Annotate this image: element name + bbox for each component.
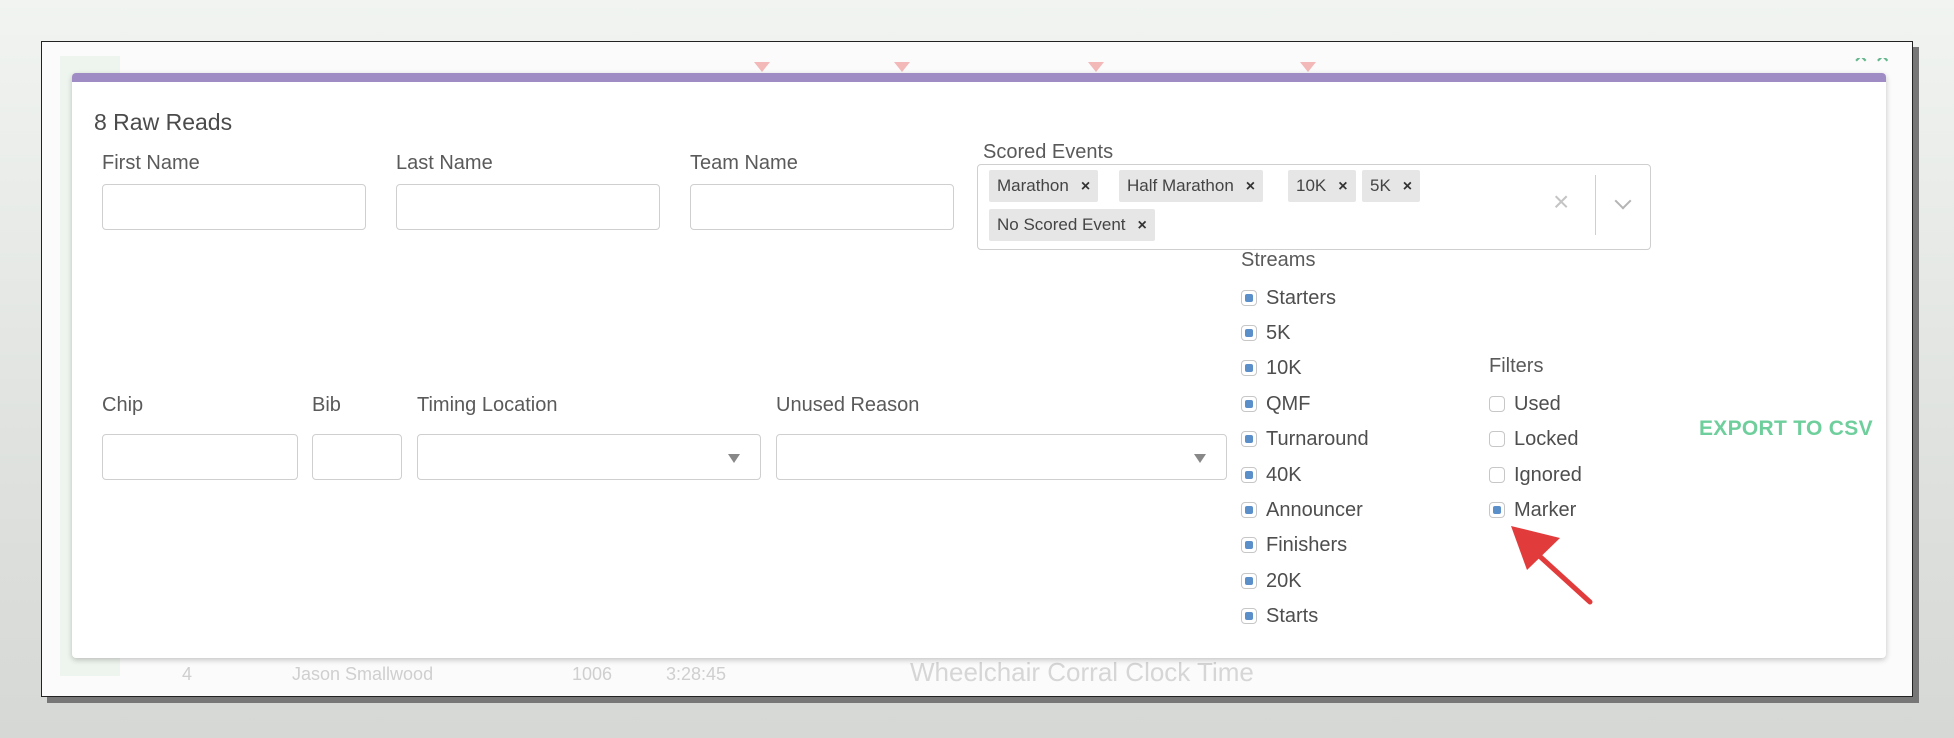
background-collapse-icon: ⌃⌃ (1850, 58, 1888, 72)
bib-input[interactable] (312, 434, 402, 480)
unused-reason-label: Unused Reason (776, 394, 920, 416)
checkbox-label: QMF (1266, 392, 1311, 415)
chip-label-text: Chip (102, 394, 144, 416)
unused-reason-select[interactable] (776, 434, 1227, 480)
team-name-input[interactable] (690, 184, 954, 230)
stream-checkbox-starters[interactable]: Starters (1241, 283, 1336, 313)
export-to-csv-button[interactable]: EXPORT TO CSV (1699, 417, 1873, 441)
stream-checkbox-turnaround[interactable]: Turnaround (1241, 424, 1369, 454)
close-icon[interactable]: × (1403, 171, 1412, 203)
stream-checkbox-20k[interactable]: 20K (1241, 566, 1302, 596)
scored-events-label: Scored Events (983, 141, 1114, 163)
checkbox-checked[interactable] (1241, 325, 1257, 341)
checkbox-unchecked[interactable] (1489, 431, 1505, 447)
background-sort-icon (1088, 62, 1104, 72)
background-sort-icon (1300, 62, 1316, 72)
stream-checkbox-40k[interactable]: 40K (1241, 460, 1302, 490)
checkbox-checked[interactable] (1241, 537, 1257, 553)
filter-checkbox-used[interactable]: Used (1489, 389, 1561, 419)
checkbox-checked[interactable] (1241, 502, 1257, 518)
background-sort-icon (754, 62, 770, 72)
background-row-position: 4 (182, 664, 193, 684)
checkbox-checked[interactable] (1241, 290, 1257, 306)
chip-label: Marathon (997, 176, 1069, 195)
first-name-label: First Name (102, 152, 200, 174)
checkbox-label: Locked (1514, 427, 1579, 450)
bib-label: Bib (312, 394, 341, 416)
checkbox-checked[interactable] (1241, 360, 1257, 376)
checkbox-label: Finishers (1266, 533, 1348, 556)
scored-event-chip: Half Marathon × (1119, 170, 1264, 203)
background-sort-icon (894, 62, 910, 72)
arrow-shaft (1532, 549, 1593, 605)
annotation-arrow-icon (1511, 526, 1593, 605)
background-row-name: Jason Smallwood (292, 664, 434, 684)
select-separator (1595, 175, 1596, 235)
modal-accent-bar (72, 73, 1886, 82)
caret-down-icon (1194, 454, 1206, 463)
chevron-down-icon[interactable] (1614, 192, 1632, 210)
stream-checkbox-qmf[interactable]: QMF (1241, 389, 1310, 419)
clear-icon[interactable]: × (1553, 187, 1569, 217)
checkbox-checked[interactable] (1241, 608, 1257, 624)
checkbox-checked[interactable] (1241, 396, 1257, 412)
close-icon[interactable]: × (1338, 171, 1347, 203)
scored-event-chip: 10K × (1288, 170, 1356, 202)
stream-checkbox-10k[interactable]: 10K (1241, 353, 1302, 383)
checkbox-label: Ignored (1514, 463, 1582, 486)
checkbox-label: 40K (1266, 463, 1302, 486)
background-section-title: Wheelchair Corral Clock Time (910, 657, 1254, 687)
background-row-bib: 1006 (572, 664, 613, 684)
chip-input[interactable] (102, 434, 298, 480)
stream-checkbox-announcer[interactable]: Announcer (1241, 495, 1363, 525)
team-name-label: Team Name (690, 152, 798, 174)
checkbox-label: Starters (1266, 286, 1337, 309)
streams-label: Streams (1241, 249, 1316, 271)
background-row-time: 3:28:45 (666, 664, 727, 684)
filters-label: Filters (1489, 355, 1544, 377)
raw-reads-modal: 8 Raw Reads First Name Last Name Team Na… (72, 73, 1886, 658)
close-icon[interactable]: × (1081, 171, 1090, 203)
last-name-input[interactable] (396, 184, 660, 230)
close-icon[interactable]: × (1246, 171, 1255, 203)
stream-checkbox-5k[interactable]: 5K (1241, 318, 1290, 348)
checkbox-label: 10K (1266, 356, 1302, 379)
stream-checkbox-starts[interactable]: Starts (1241, 601, 1318, 631)
stream-checkbox-finishers[interactable]: Finishers (1241, 530, 1347, 560)
checkbox-checked[interactable] (1241, 573, 1257, 589)
checkbox-label: Announcer (1266, 498, 1363, 521)
scored-event-chip: 5K × (1362, 170, 1421, 203)
checkbox-label: Used (1514, 392, 1561, 415)
checkbox-label: Starts (1266, 604, 1319, 627)
filter-checkbox-locked[interactable]: Locked (1489, 424, 1579, 454)
checkbox-checked[interactable] (1241, 467, 1257, 483)
checkbox-unchecked[interactable] (1489, 467, 1505, 483)
scored-event-chip: Marathon × (989, 170, 1099, 203)
close-icon[interactable]: × (1138, 210, 1147, 242)
last-name-label: Last Name (396, 152, 493, 174)
checkbox-label: Turnaround (1266, 427, 1369, 450)
checkbox-label: 20K (1266, 569, 1302, 592)
arrow-head (1511, 526, 1560, 570)
checkbox-unchecked[interactable] (1489, 396, 1505, 412)
timing-location-select[interactable] (417, 434, 761, 480)
first-name-input[interactable] (102, 184, 366, 230)
checkbox-checked[interactable] (1489, 502, 1505, 518)
scored-events-select[interactable]: Marathon × Half Marathon × 10K × 5K × No Sco… (977, 164, 1651, 250)
chip-label: 10K (1296, 176, 1327, 195)
chip-label: 5K (1370, 176, 1391, 195)
modal-title: 8 Raw Reads (94, 109, 233, 135)
checkbox-checked[interactable] (1241, 431, 1257, 447)
chip-label: Half Marathon (1127, 176, 1234, 195)
timing-location-label: Timing Location (417, 394, 558, 416)
checkbox-label: 5K (1266, 321, 1291, 344)
caret-down-icon (728, 454, 740, 463)
filter-checkbox-ignored[interactable]: Ignored (1489, 460, 1582, 490)
scored-event-chip: No Scored Event × (989, 209, 1155, 241)
chip-label: No Scored Event (997, 215, 1126, 234)
